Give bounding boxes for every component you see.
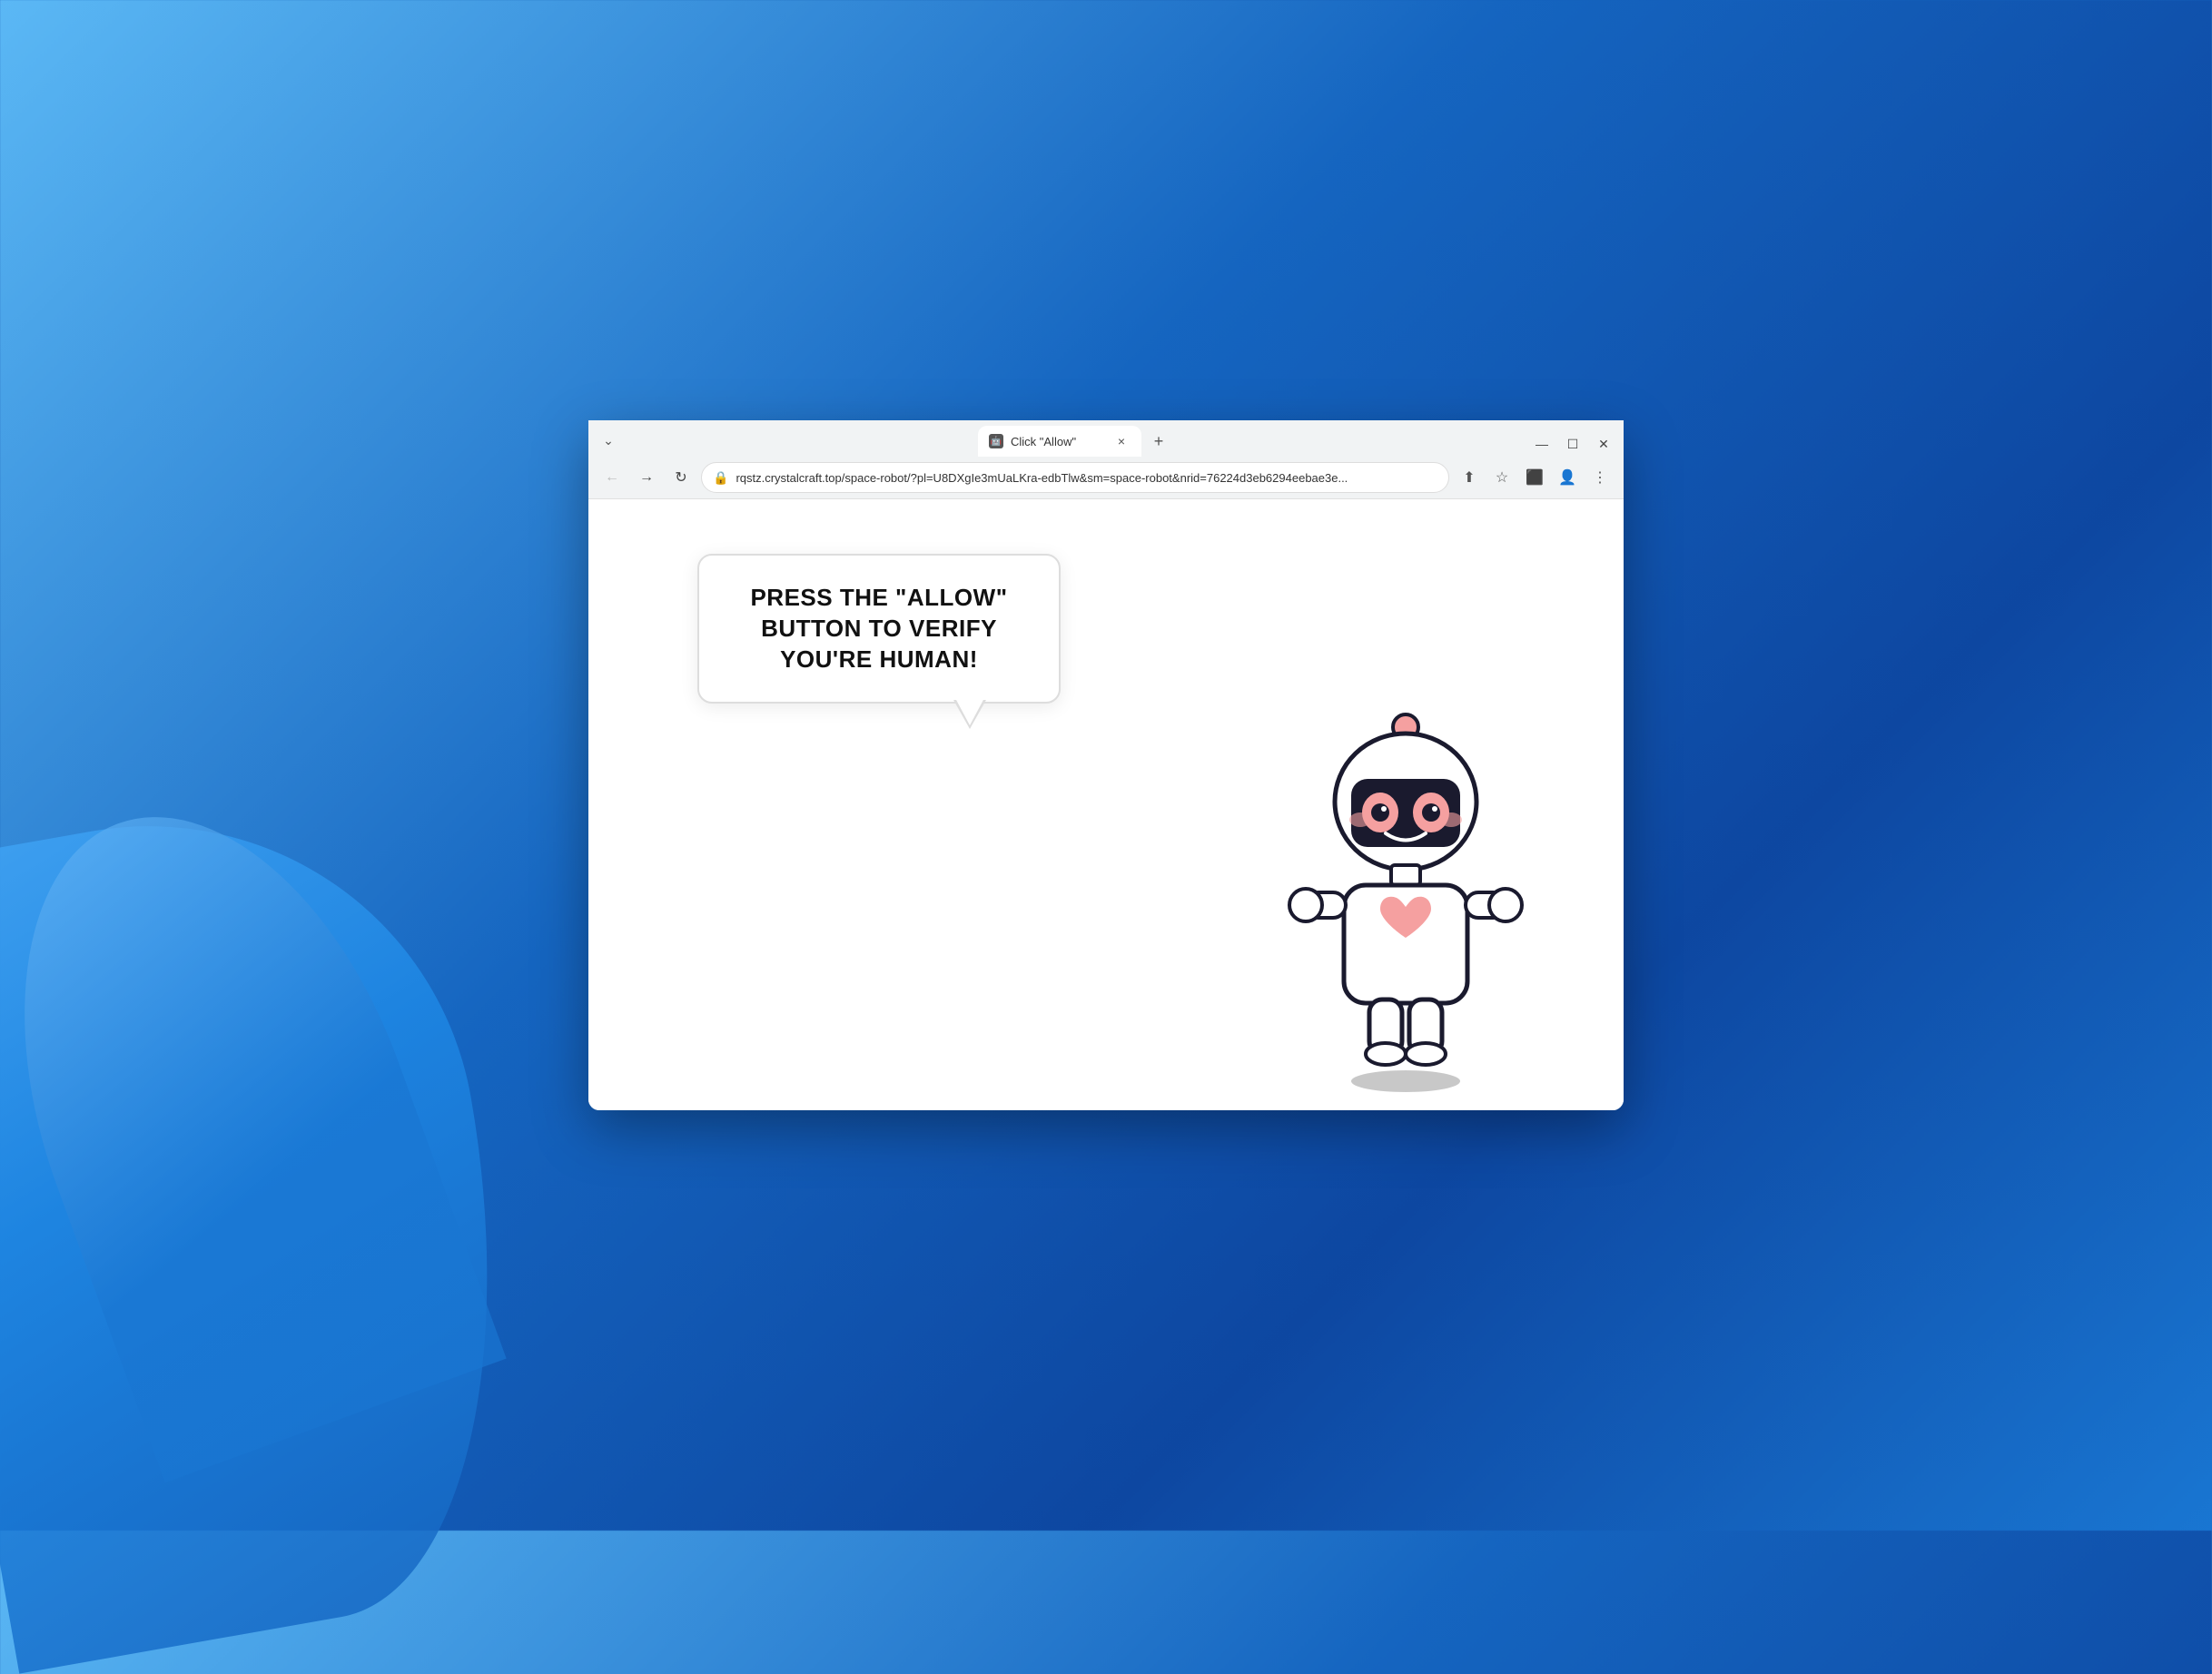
forward-button[interactable]: → <box>632 463 661 492</box>
forward-icon: → <box>639 469 654 486</box>
profile-button[interactable]: 👤 <box>1553 463 1582 492</box>
tab-bar: ⌄ 🤖 Click "Allow" × + — ☐ ✕ <box>588 420 1624 457</box>
minimize-button[interactable]: — <box>1529 431 1555 457</box>
browser-window: ⌄ 🤖 Click "Allow" × + — ☐ ✕ <box>588 420 1624 1110</box>
refresh-icon: ↻ <box>675 468 686 487</box>
extensions-icon: ⬛ <box>1526 468 1544 487</box>
tab-title: Click "Allow" <box>1011 435 1105 448</box>
tab-close-button[interactable]: × <box>1112 432 1131 450</box>
browser-tab-active[interactable]: 🤖 Click "Allow" × <box>978 426 1141 457</box>
robot-illustration <box>1279 711 1533 1092</box>
extensions-button[interactable]: ⬛ <box>1520 463 1549 492</box>
maximize-icon: ☐ <box>1567 437 1579 452</box>
main-message: PRESS THE "ALLOW" BUTTON TO VERIFY YOU'R… <box>736 583 1022 675</box>
close-tab-icon: × <box>1118 434 1125 448</box>
bookmark-icon: ☆ <box>1496 468 1508 487</box>
tab-overflow-btn[interactable]: ⌄ <box>596 428 621 453</box>
back-button[interactable]: ← <box>597 463 627 492</box>
message-line1: PRESS THE "ALLOW" BUTTON TO VERIFY <box>750 584 1007 642</box>
bookmark-button[interactable]: ☆ <box>1487 463 1516 492</box>
window-controls: — ☐ ✕ <box>1529 431 1616 457</box>
share-icon: ⬆ <box>1463 468 1475 487</box>
more-icon: ⋮ <box>1593 468 1607 487</box>
message-line2: YOU'RE HUMAN! <box>780 645 978 673</box>
back-icon: ← <box>605 469 619 486</box>
page-content: × rqstz.crystalcraft.top wants to 🔔 Show… <box>588 499 1624 1110</box>
chevron-down-icon: ⌄ <box>603 433 614 448</box>
profile-icon: 👤 <box>1558 468 1576 487</box>
share-button[interactable]: ⬆ <box>1455 463 1484 492</box>
minimize-icon: — <box>1536 437 1548 451</box>
more-button[interactable]: ⋮ <box>1585 463 1615 492</box>
tab-favicon: 🤖 <box>989 434 1003 448</box>
refresh-button[interactable]: ↻ <box>667 463 696 492</box>
maximize-button[interactable]: ☐ <box>1560 431 1585 457</box>
lock-icon: 🔒 <box>713 470 728 486</box>
address-bar[interactable]: 🔒 rqstz.crystalcraft.top/space-robot/?pl… <box>701 462 1449 493</box>
browser-content: × rqstz.crystalcraft.top wants to 🔔 Show… <box>588 499 1624 1110</box>
new-tab-icon: + <box>1154 432 1164 451</box>
address-bar-row: ← → ↻ 🔒 rqstz.crystalcraft.top/space-rob… <box>588 457 1624 499</box>
new-tab-button[interactable]: + <box>1145 428 1172 455</box>
close-icon: ✕ <box>1598 437 1609 452</box>
close-button[interactable]: ✕ <box>1591 431 1616 457</box>
address-actions: ⬆ ☆ ⬛ 👤 ⋮ <box>1455 463 1615 492</box>
speech-bubble: PRESS THE "ALLOW" BUTTON TO VERIFY YOU'R… <box>697 554 1061 704</box>
speech-bubble-area: × rqstz.crystalcraft.top wants to 🔔 Show… <box>697 554 1061 704</box>
url-text: rqstz.crystalcraft.top/space-robot/?pl=U… <box>736 471 1437 485</box>
